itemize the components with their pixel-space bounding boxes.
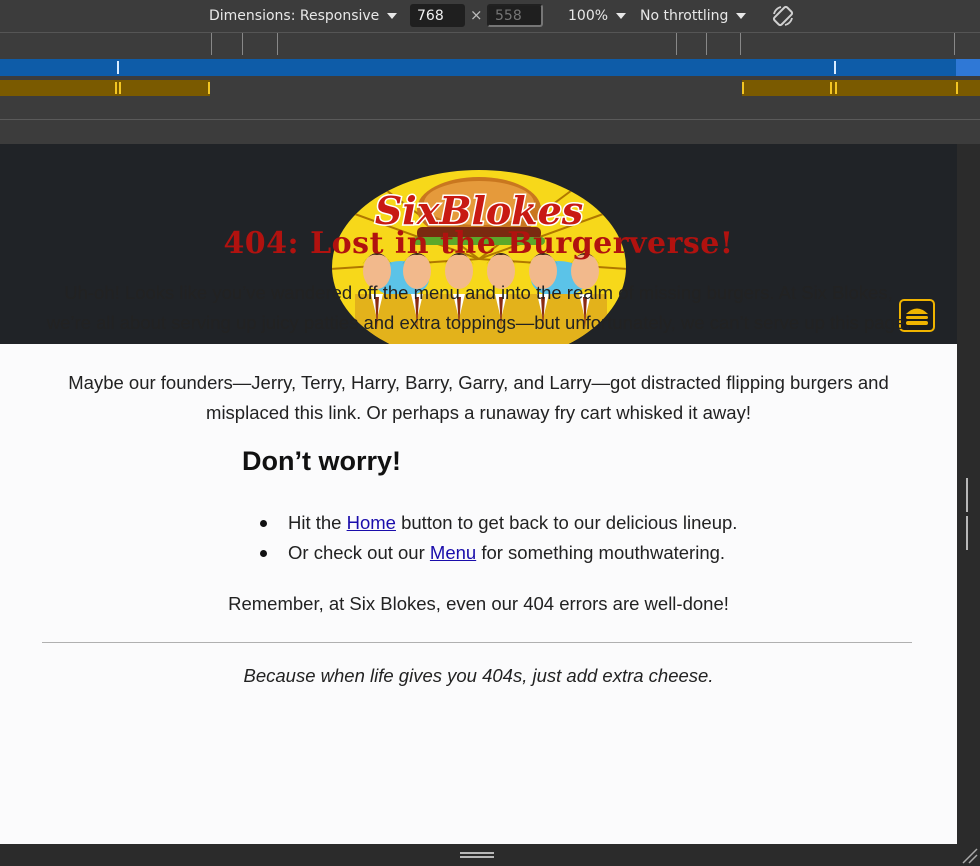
media-query-bar-max-width[interactable] [0, 59, 980, 76]
dimensions-label: Dimensions: Responsive [209, 8, 380, 24]
zoom-dropdown[interactable]: 100% [568, 0, 627, 32]
media-query-bar-min-width [0, 98, 980, 120]
viewport-gutter [0, 120, 980, 144]
menu-link[interactable]: Menu [430, 542, 476, 563]
home-link[interactable]: Home [347, 512, 396, 533]
intro-paragraph: Uh-oh! Looks like you’ve wandered off th… [46, 282, 911, 333]
list-item: Or check out our Menu for something mout… [258, 538, 737, 568]
section-heading: Don’t worry! [242, 446, 401, 476]
chevron-down-icon [736, 13, 747, 19]
chevron-down-icon [616, 13, 627, 19]
suggestion-list: Hit the Home button to get back to our d… [258, 508, 737, 568]
tagline: Because when life gives you 404s, just a… [243, 665, 714, 686]
zoom-label: 100% [568, 8, 609, 24]
device-toolbar: Dimensions: Responsive × 100% No throttl… [0, 0, 980, 32]
height-input[interactable] [487, 4, 543, 27]
media-query-bar-segment[interactable] [956, 59, 980, 76]
rotate-icon[interactable] [771, 4, 795, 28]
page-title: 404: Lost in the Burgerverse! [223, 226, 734, 261]
media-query-bar-min-max-right[interactable] [742, 80, 980, 96]
dimensions-dropdown[interactable]: Dimensions: Responsive [209, 0, 398, 32]
right-resize-handle[interactable] [966, 478, 972, 550]
founders-paragraph: Maybe our founders—Jerry, Terry, Harry, … [68, 372, 889, 423]
width-input[interactable] [410, 4, 465, 27]
times-symbol: × [470, 6, 483, 24]
corner-resize-icon[interactable] [960, 846, 978, 864]
divider [42, 642, 912, 643]
throttling-label: No throttling [640, 8, 729, 24]
chevron-down-icon [387, 13, 398, 19]
throttling-dropdown[interactable]: No throttling [640, 0, 747, 32]
media-query-bar-min-max-left[interactable] [0, 80, 210, 96]
bottom-resize-handle[interactable] [460, 852, 494, 859]
list-item: Hit the Home button to get back to our d… [258, 508, 737, 538]
size-ruler[interactable] [0, 32, 980, 56]
remember-text: Remember, at Six Blokes, even our 404 er… [228, 593, 729, 614]
